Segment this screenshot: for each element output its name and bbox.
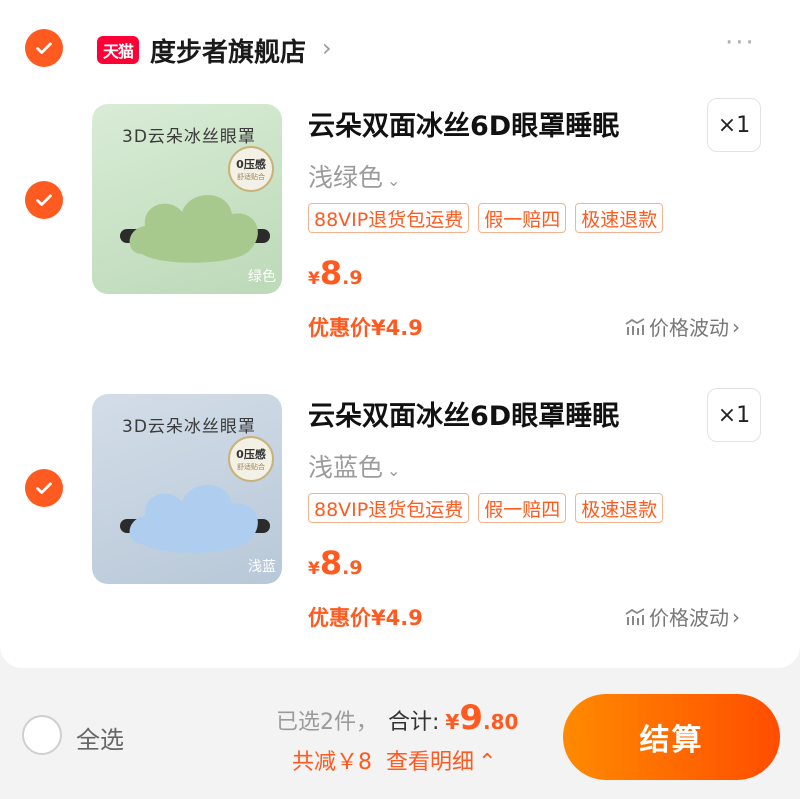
order-summary: 已选2件， 合计: ¥ 9 .80 [276, 698, 518, 738]
thumbnail-color-tag: 绿色 [248, 269, 276, 285]
thumbnail-caption: 3D云朵冰丝眼罩 [122, 127, 256, 147]
selected-count: 已选2件， [276, 710, 378, 735]
variant-label: 浅蓝色 [308, 453, 384, 482]
price-decimal: .9 [342, 557, 363, 579]
product-thumbnail[interactable]: 3D云朵冰丝眼罩 0压感 舒适贴合 浅蓝 [92, 394, 282, 584]
chevron-right-icon[interactable]: › [322, 34, 332, 62]
item-price: ¥8.9 [308, 254, 363, 292]
variant-selector[interactable]: 浅蓝色 ⌄ [308, 448, 400, 484]
store-checkbox[interactable] [25, 29, 63, 67]
check-icon [36, 194, 52, 206]
more-options-icon[interactable]: ··· [725, 28, 756, 58]
service-tag: 假一赔四 [478, 493, 567, 523]
thumbnail-color-tag: 浅蓝 [248, 559, 276, 575]
price-trend-icon [625, 607, 645, 625]
service-tag: 88VIP退货包运费 [308, 203, 470, 233]
checkout-bar: 全选 已选2件， 合计: ¥ 9 .80 共减￥8 查看明细 ⌃ 结算 [0, 668, 800, 799]
quantity-button[interactable]: ×1 [707, 388, 761, 442]
item-checkbox[interactable] [25, 181, 63, 219]
price-integer: 8 [319, 544, 343, 582]
tmall-logo: 天猫 [97, 36, 139, 64]
item-checkbox[interactable] [25, 469, 63, 507]
view-details-link[interactable]: 查看明细 ⌃ [386, 744, 496, 776]
select-all-checkbox[interactable] [22, 715, 62, 755]
service-tag: 88VIP退货包运费 [308, 493, 470, 523]
cart-item: 3D云朵冰丝眼罩 0压感 舒适贴合 绿色 云朵双面冰丝6D眼罩睡眠 ×1 浅绿色… [0, 98, 800, 374]
chevron-up-icon: ⌃ [478, 750, 497, 775]
price-decimal: .9 [342, 267, 363, 289]
price-fluctuation-label: 价格波动 [649, 316, 729, 340]
product-title[interactable]: 云朵双面冰丝6D眼罩睡眠 [308, 394, 619, 433]
product-title[interactable]: 云朵双面冰丝6D眼罩睡眠 [308, 104, 619, 143]
chevron-down-icon: ⌄ [387, 171, 401, 190]
variant-selector[interactable]: 浅绿色 ⌄ [308, 158, 400, 194]
discount-amount: 共减￥8 [292, 750, 372, 775]
price-fluctuation-link[interactable]: 价格波动 › [624, 602, 740, 631]
check-icon [36, 482, 52, 494]
store-header: 天猫 度步者旗舰店 › ··· [0, 20, 800, 80]
checkout-button[interactable]: 结算 [563, 694, 780, 780]
price-fluctuation-label: 价格波动 [649, 606, 729, 630]
chevron-right-icon: › [732, 604, 740, 629]
price-trend-icon [625, 317, 645, 335]
service-tag: 假一赔四 [478, 203, 567, 233]
cart-store-card: 天猫 度步者旗舰店 › ··· 3D云朵冰丝眼罩 0压感 舒适贴合 绿色 云朵双… [0, 0, 800, 668]
store-name-link[interactable]: 度步者旗舰店 [150, 32, 306, 69]
thumbnail-caption: 3D云朵冰丝眼罩 [122, 417, 256, 437]
price-integer: 8 [319, 254, 343, 292]
check-icon [36, 42, 52, 54]
promo-price: 优惠价¥4.9 [308, 316, 423, 340]
promo-price: 优惠价¥4.9 [308, 606, 423, 630]
price-currency: ¥ [308, 559, 320, 579]
badge-text: 0压感 [236, 158, 266, 171]
view-details-label: 查看明细 [386, 750, 475, 775]
service-tag: 极速退款 [575, 493, 664, 523]
quantity-button[interactable]: ×1 [707, 98, 761, 152]
service-tags: 88VIP退货包运费 假一赔四 极速退款 [308, 493, 664, 523]
item-price: ¥8.9 [308, 544, 363, 582]
total-decimal: .80 [483, 710, 519, 734]
discount-row: 共减￥8 查看明细 ⌃ [292, 744, 496, 776]
service-tags: 88VIP退货包运费 假一赔四 极速退款 [308, 203, 664, 233]
cart-item: 3D云朵冰丝眼罩 0压感 舒适贴合 浅蓝 云朵双面冰丝6D眼罩睡眠 ×1 浅蓝色… [0, 388, 800, 664]
badge-text: 0压感 [236, 448, 266, 461]
select-all-label[interactable]: 全选 [76, 720, 124, 755]
price-fluctuation-link[interactable]: 价格波动 › [624, 312, 740, 341]
cloud-eye-mask-image [120, 194, 270, 263]
total-integer: 9 [459, 698, 484, 738]
variant-label: 浅绿色 [308, 163, 384, 192]
product-thumbnail[interactable]: 3D云朵冰丝眼罩 0压感 舒适贴合 绿色 [92, 104, 282, 294]
chevron-right-icon: › [732, 314, 740, 339]
price-currency: ¥ [308, 269, 320, 289]
total-currency: ¥ [445, 710, 460, 734]
service-tag: 极速退款 [575, 203, 664, 233]
cloud-eye-mask-image [120, 484, 270, 553]
total-label: 合计: [388, 710, 440, 735]
chevron-down-icon: ⌄ [387, 461, 401, 480]
